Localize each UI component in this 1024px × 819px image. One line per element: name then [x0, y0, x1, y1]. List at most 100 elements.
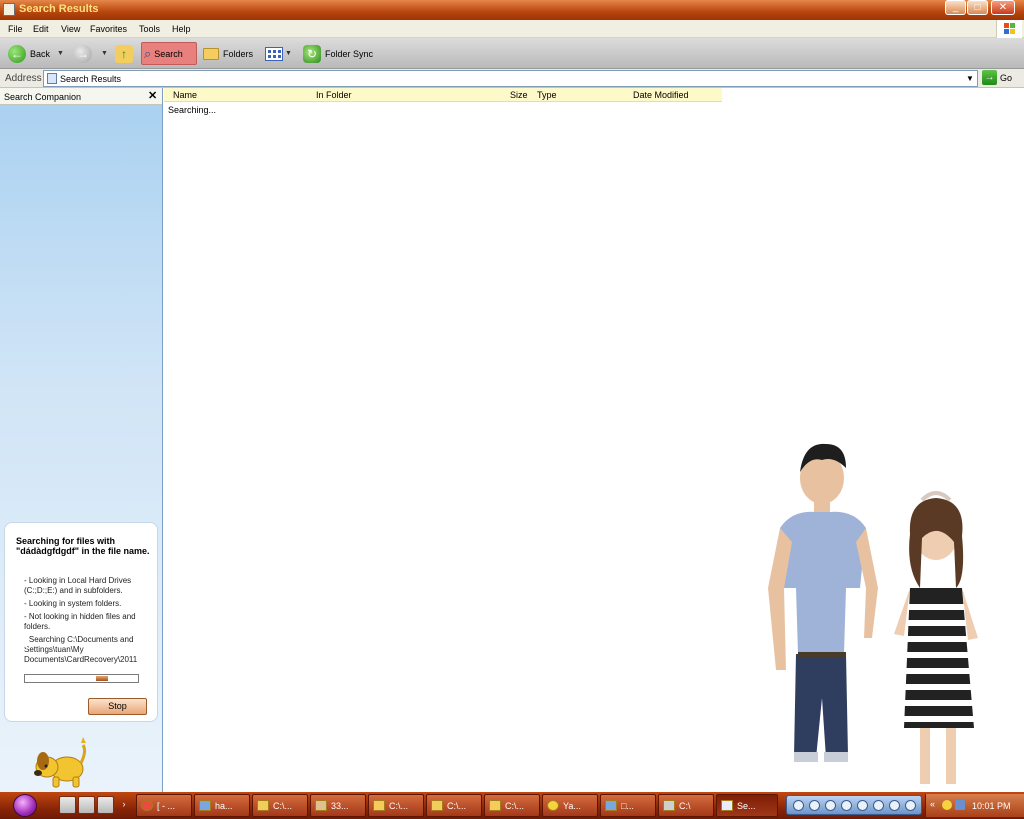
media-button-icon[interactable] — [841, 800, 852, 811]
back-arrow-icon: ← — [8, 44, 26, 63]
media-button-icon[interactable] — [873, 800, 884, 811]
quicklaunch-chrome-icon[interactable] — [97, 796, 114, 814]
quicklaunch-desktop-icon[interactable] — [59, 796, 76, 814]
menu-tools[interactable]: Tools — [139, 24, 160, 34]
up-folder-icon: ↑ — [115, 44, 133, 63]
results-pane: Name In Folder Size Type Date Modified S… — [164, 88, 1024, 792]
taskbar-button[interactable]: C:\... — [484, 794, 540, 817]
menu-edit[interactable]: Edit — [33, 24, 49, 34]
column-name[interactable]: Name — [173, 90, 197, 100]
task-label: Ya... — [563, 800, 581, 811]
folder-sync-label: Folder Sync — [325, 48, 374, 59]
up-folder-button[interactable]: ↑ — [115, 42, 133, 65]
taskbar-button[interactable]: C:\ — [658, 794, 714, 817]
pane-close-icon[interactable]: ✕ — [148, 89, 157, 102]
start-button[interactable] — [13, 794, 37, 817]
minimize-button[interactable]: _ — [945, 0, 966, 15]
search-progress-bar — [24, 674, 139, 683]
address-label: Address — [5, 73, 42, 84]
search-results-icon — [721, 800, 733, 811]
task-label: C:\... — [389, 800, 409, 811]
taskbar-button[interactable]: Ya... — [542, 794, 598, 817]
taskbar-button[interactable]: C:\... — [368, 794, 424, 817]
toolbar: ← Back ▼ → ▼ ↑ ⌕ Search Folders ▼ ↻ Fold… — [0, 38, 1024, 69]
column-size[interactable]: Size — [510, 90, 528, 100]
quicklaunch-more-icon[interactable]: › — [117, 796, 131, 814]
menu-bar: File Edit View Favorites Tools Help — [0, 20, 1024, 38]
ie-icon — [199, 800, 211, 811]
back-button[interactable]: ← Back — [8, 42, 50, 65]
taskbar-button[interactable]: C:\... — [426, 794, 482, 817]
task-label: C:\... — [447, 800, 467, 811]
media-player-toolbar[interactable] — [786, 795, 922, 815]
media-button-icon[interactable] — [825, 800, 836, 811]
column-in-folder[interactable]: In Folder — [316, 90, 352, 100]
go-arrow-icon: → — [982, 70, 997, 85]
address-field[interactable]: Search Results ▼ — [43, 70, 978, 87]
column-type[interactable]: Type — [537, 90, 557, 100]
pane-header: Search Companion ✕ — [0, 88, 162, 105]
media-button-icon[interactable] — [793, 800, 804, 811]
task-label: C:\... — [505, 800, 525, 811]
tray-messenger-icon[interactable] — [942, 800, 952, 810]
views-dropdown-icon: ▼ — [285, 50, 292, 57]
go-button[interactable]: → Go — [982, 70, 1012, 85]
stop-button[interactable]: Stop — [88, 698, 147, 715]
progress-fill — [95, 676, 108, 681]
ie-icon — [605, 800, 617, 811]
search-heading: Searching for files with "dádàdgfdgdf" i… — [16, 536, 150, 556]
search-status-bubble: Searching for files with "dádàdgfdgdf" i… — [4, 522, 158, 722]
quicklaunch-app-icon[interactable] — [78, 796, 95, 814]
taskbar-button[interactable]: [ - ... — [136, 794, 192, 817]
pane-title: Search Companion — [4, 92, 82, 102]
media-button-icon[interactable] — [857, 800, 868, 811]
forward-button[interactable]: → — [74, 42, 92, 65]
sync-icon: ↻ — [303, 44, 321, 63]
task-label: 33... — [331, 800, 349, 811]
search-results-icon — [47, 73, 57, 84]
folder-sync-button[interactable]: ↻ Folder Sync — [303, 42, 373, 65]
media-button-icon[interactable] — [809, 800, 820, 811]
search-note: - Looking in Local Hard Drives (C:;D:;E:… — [24, 576, 132, 595]
media-button-icon[interactable] — [889, 800, 900, 811]
taskbar-button[interactable]: C:\... — [252, 794, 308, 817]
close-button[interactable]: ✕ — [991, 0, 1015, 15]
menu-favorites[interactable]: Favorites — [90, 24, 127, 34]
menu-help[interactable]: Help — [172, 24, 191, 34]
menu-view[interactable]: View — [61, 24, 80, 34]
address-bar: Address Search Results ▼ → Go — [0, 69, 1024, 88]
back-dropdown-icon[interactable]: ▼ — [57, 42, 64, 65]
address-dropdown-icon[interactable]: ▼ — [963, 71, 977, 86]
maximize-button[interactable]: □ — [967, 0, 988, 15]
taskbar-button[interactable]: 33... — [310, 794, 366, 817]
taskbar-button[interactable]: ha... — [194, 794, 250, 817]
search-window-icon — [3, 3, 15, 16]
back-label: Back — [30, 48, 51, 59]
tray-expand-icon[interactable]: « — [930, 799, 940, 809]
folder-icon — [373, 800, 385, 811]
system-tray: « 10:01 PM — [925, 794, 1024, 817]
menu-file[interactable]: File — [8, 24, 23, 34]
taskbar-button-active[interactable]: Se... — [716, 794, 778, 817]
search-note: - Looking in system folders. — [24, 599, 122, 608]
folders-button[interactable]: Folders — [203, 42, 253, 65]
couple-photo — [768, 443, 978, 784]
media-button-icon[interactable] — [905, 800, 916, 811]
drive-icon — [663, 800, 675, 811]
taskbar-button[interactable]: □... — [600, 794, 656, 817]
go-label: Go — [1000, 72, 1013, 83]
column-date-modified[interactable]: Date Modified — [633, 90, 689, 100]
folder-icon — [431, 800, 443, 811]
folders-icon — [203, 47, 219, 60]
windows-logo-icon — [996, 20, 1022, 38]
tray-network-icon[interactable] — [955, 800, 965, 810]
forward-dropdown-icon[interactable]: ▼ — [101, 42, 108, 65]
views-button[interactable]: ▼ — [265, 42, 292, 65]
search-button[interactable]: ⌕ Search — [141, 42, 197, 65]
window-title: Search Results — [19, 3, 99, 15]
views-icon — [265, 46, 283, 61]
search-dog-icon — [34, 737, 87, 788]
search-note: - Searching C:\Documents and Settings\tu… — [24, 635, 138, 664]
title-bar: Search Results _ □ ✕ — [0, 0, 1024, 20]
folders-label: Folders — [223, 48, 254, 59]
